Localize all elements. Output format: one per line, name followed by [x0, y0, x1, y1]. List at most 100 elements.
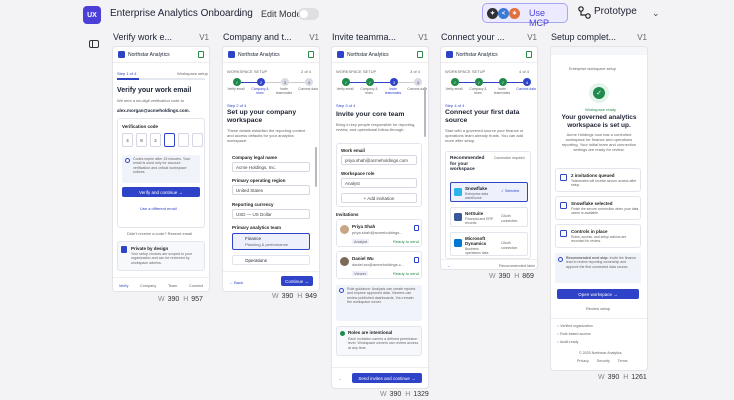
role-select[interactable]: Analyst [341, 178, 417, 188]
add-invitation-button[interactable]: + Add invitation [341, 193, 417, 203]
back-arrow-icon[interactable]: ← [338, 376, 342, 381]
frame-title-2[interactable]: Company and t... V1 [223, 32, 319, 44]
resend-link[interactable]: Didn't receive a code? Resend email [127, 231, 192, 236]
code-digit[interactable] [192, 133, 203, 147]
header-label: Enterprise workspace setup [569, 67, 616, 71]
step-label: Step 1 of 4 [117, 71, 137, 76]
step-label: Step 3 of 4 [336, 103, 356, 108]
step-done-icon: ✓ [475, 78, 483, 86]
team-option-finance[interactable]: Finance Planning & performance [232, 233, 310, 250]
frame-company-team[interactable]: Northstar Analytics WORKSPACE SETUP 2 of… [223, 47, 319, 291]
source-name: Microsoft Dynamics [465, 236, 487, 246]
use-mcp-button[interactable]: ✦ < ✶ Use MCP [482, 3, 568, 28]
scrollbar[interactable] [424, 87, 426, 137]
code-label: Verification code [122, 124, 159, 129]
continue-button[interactable]: Continue → [281, 276, 313, 286]
summary-item: Snowflake selected Finish the secure con… [555, 196, 641, 220]
step-done-icon: ✓ [451, 78, 459, 86]
frame-invite-team[interactable]: Northstar Analytics WORKSPACE SETUP 3 of… [332, 47, 428, 388]
region-label: Primary operating region [232, 178, 286, 183]
security-link[interactable]: Security [597, 359, 610, 364]
edit-mode-toggle[interactable] [298, 8, 319, 20]
source-desc: Financial and ERP records [465, 217, 494, 225]
prototype-chevron-icon[interactable]: ⌄ [652, 8, 660, 19]
source-name: NetSuite [465, 211, 484, 216]
terms-link[interactable]: Terms [618, 359, 628, 364]
code-digit[interactable]: 8 [136, 133, 147, 147]
invitee-email: priya.shah@acmeholdings... [352, 230, 403, 235]
role-badge: Viewer [352, 271, 369, 276]
users-icon [560, 174, 567, 181]
code-inputs: 4 8 2 [122, 133, 203, 147]
step-label: Company & team [251, 87, 269, 95]
source-dynamics[interactable]: Microsoft Dynamics Business operations d… [450, 232, 528, 256]
code-digit[interactable]: 2 [150, 133, 161, 147]
email-input[interactable]: priya.shah@acmeholdings.com [341, 155, 417, 165]
region-select[interactable]: United States [232, 185, 310, 195]
step-done-icon: ✓ [499, 78, 507, 86]
step-label: Connect data [298, 87, 318, 91]
frame-title-1[interactable]: Verify work e... V1 [113, 32, 209, 44]
open-workspace-button[interactable]: Open workspace → [557, 289, 639, 299]
nav-connect[interactable]: Connect [189, 284, 203, 291]
summary-text: Teammates will receive secure access aft… [571, 179, 637, 187]
sidebar-toggle-icon[interactable] [89, 40, 99, 48]
verify-continue-button[interactable]: Verify and continue → [122, 187, 200, 197]
nav-company[interactable]: Company [140, 284, 156, 291]
step-icon: 4 [414, 78, 422, 86]
roles-text: Each invitation carries a defined permis… [348, 337, 419, 350]
step-current-icon: 3 [390, 78, 398, 86]
recommended-card: Recommended for your workspace Connectio… [445, 151, 531, 259]
back-arrow-icon[interactable]: ← [447, 263, 451, 268]
team-option-sub: Planning & performance [245, 242, 288, 247]
privacy-link[interactable]: Privacy [577, 359, 589, 364]
trash-icon[interactable] [414, 257, 419, 263]
currency-select[interactable]: USD — US Dollar [232, 209, 310, 219]
code-digit[interactable] [164, 133, 175, 147]
invitation-row: Priya Shah priya.shah@acmeholdings... An… [336, 219, 422, 247]
bottom-nav: Verify Company Team Connect [113, 277, 209, 291]
back-button[interactable]: ← Back [229, 280, 243, 285]
step-label: Step 4 of 4 [445, 103, 465, 108]
chevron-down-icon[interactable]: ⌄ [236, 8, 244, 19]
description: We sent a six-digit verification code to [117, 98, 185, 103]
review-setup-link[interactable]: Review setup [586, 306, 610, 311]
step-label: Step 2 of 4 [227, 103, 247, 108]
check-icon: ✓ [593, 87, 605, 99]
frame-setup-complete[interactable]: Enterprise workspace setup ✓ Workspace r… [551, 47, 647, 370]
copyright: © 2025 Northstar Analytics [579, 351, 622, 355]
prototype-button[interactable]: Prototype [594, 6, 637, 17]
code-digit[interactable] [178, 133, 189, 147]
currency-label: Reporting currency [232, 202, 274, 207]
roles-card: Roles are intentional Each invitation ca… [336, 326, 422, 356]
project-title[interactable]: Enterprise Analytics Onboarding [110, 8, 253, 19]
source-desc: Business operations data [465, 247, 489, 255]
frame-connect-data[interactable]: Northstar Analytics WORKSPACE SETUP 4 of… [441, 47, 537, 269]
netsuite-icon [454, 213, 462, 221]
source-netsuite[interactable]: NetSuite Financial and ERP records OAuth… [450, 207, 528, 227]
frame-title-4[interactable]: Connect your ... V1 [441, 32, 537, 44]
send-invites-button[interactable]: Send invites and continue → [352, 373, 422, 383]
privacy-text: Your setup choices are scoped to your or… [131, 252, 192, 265]
brand-logo-icon [446, 51, 453, 58]
description: Bring in key people responsible for repo… [336, 122, 416, 132]
frame-size-5: W 390 H 1261 [598, 374, 647, 381]
frame-title-5[interactable]: Setup complet... V1 [551, 32, 647, 44]
nav-verify[interactable]: Verify [119, 284, 129, 291]
step-count: 3 of 4 [410, 69, 421, 74]
nav-team[interactable]: Team [168, 284, 177, 291]
lock-icon [121, 246, 127, 253]
info-box: Codes expire after 15 minutes. Your emai… [122, 155, 200, 183]
frame-verify-email[interactable]: Northstar Analytics Step 1 of 4 Workspac… [113, 47, 209, 291]
different-email-link[interactable]: Use a different email [140, 206, 177, 211]
source-snowflake[interactable]: Snowflake Enterprise data warehouse ✓ Se… [450, 182, 528, 202]
legal-name-input[interactable]: Acme Holdings, Inc. [232, 162, 310, 172]
trash-icon[interactable] [414, 225, 419, 231]
recommended-later-link[interactable]: Recommended later [499, 263, 535, 268]
footer-badge: ○ Audit-ready [557, 340, 579, 344]
scrollbar[interactable] [315, 147, 317, 187]
workspace-setup-label: Workspace setup [177, 71, 208, 76]
frame-title-3[interactable]: Invite teamma... V1 [332, 32, 428, 44]
code-digit[interactable]: 4 [122, 133, 133, 147]
team-option-operations[interactable]: Operations [232, 255, 310, 265]
